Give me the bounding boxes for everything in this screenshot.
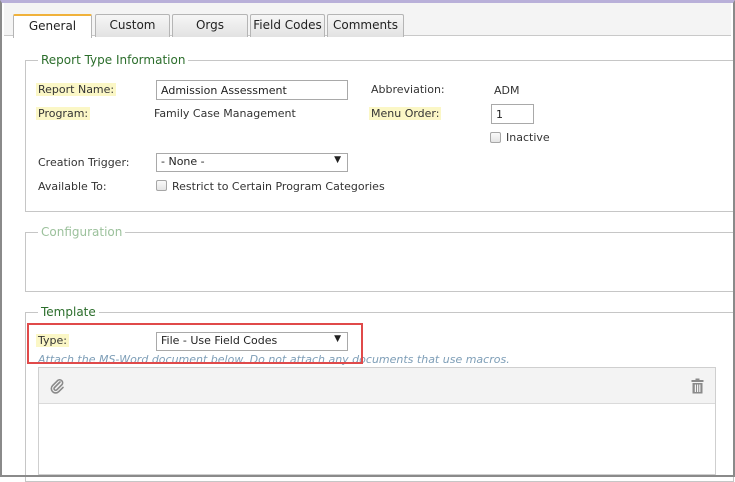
program-value: Family Case Management	[154, 107, 296, 120]
attachment-panel[interactable]	[38, 367, 716, 475]
trash-icon[interactable]	[691, 378, 704, 397]
triangle-down-icon: ▼	[334, 155, 341, 165]
menu-order-label: Menu Order:	[369, 107, 442, 120]
tab-field-codes[interactable]: Field Codes	[250, 14, 325, 37]
paperclip-icon[interactable]	[49, 377, 65, 398]
tab-general[interactable]: General	[13, 14, 92, 38]
template-legend: Template	[38, 305, 99, 319]
configuration-legend: Configuration	[38, 225, 126, 239]
tab-orgs[interactable]: Orgs	[172, 14, 248, 37]
tab-strip: General Custom Orgs Field Codes Comments	[4, 3, 731, 38]
inactive-checkbox[interactable]	[490, 132, 501, 143]
attachment-toolbar	[39, 368, 715, 404]
report-name-input[interactable]	[156, 80, 348, 100]
program-label: Program:	[36, 107, 91, 120]
available-to-label: Available To:	[38, 180, 107, 193]
restrict-checkbox[interactable]	[156, 180, 167, 191]
creation-trigger-value: - None -	[161, 155, 205, 168]
report-type-legend: Report Type Information	[38, 53, 189, 67]
creation-trigger-select[interactable]: - None - ▼	[156, 153, 348, 172]
abbreviation-value: ADM	[494, 84, 520, 97]
tab-custom[interactable]: Custom	[95, 14, 170, 37]
type-callout-highlight	[27, 323, 363, 364]
inactive-label: Inactive	[506, 131, 550, 144]
abbreviation-label: Abbreviation:	[371, 83, 445, 96]
creation-trigger-label: Creation Trigger:	[38, 156, 130, 169]
tab-comments[interactable]: Comments	[327, 14, 404, 37]
menu-order-input[interactable]	[491, 104, 534, 124]
report-name-label: Report Name:	[36, 83, 117, 96]
configuration-fieldset: Configuration	[25, 225, 734, 292]
restrict-label: Restrict to Certain Program Categories	[172, 180, 385, 193]
